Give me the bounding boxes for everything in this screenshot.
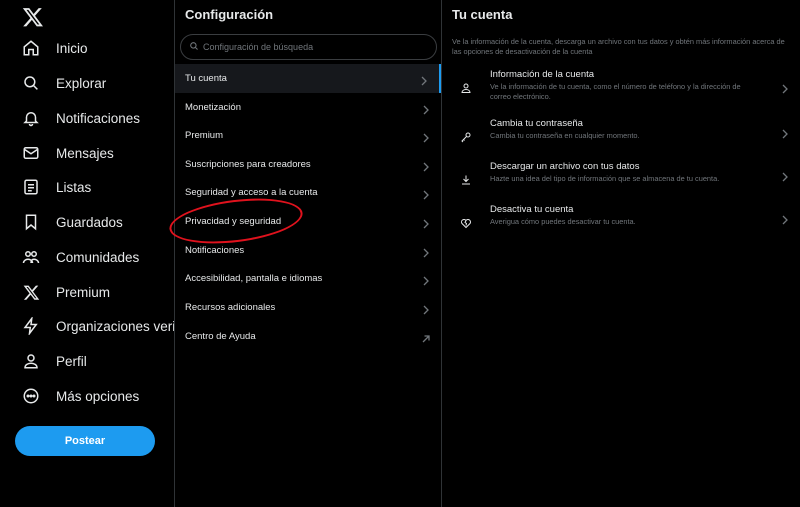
account-option-title: Cambia tu contraseña [490, 118, 583, 129]
nav-item-guardados[interactable]: Guardados [14, 207, 174, 237]
account-option-desc: Cambia tu contraseña en cualquier moment… [490, 131, 640, 140]
settings-item-label: Seguridad y acceso a la cuenta [185, 187, 318, 198]
nav-item-organizaciones[interactable]: Organizaciones verificadas [14, 311, 174, 341]
nav-item-mas-opciones[interactable]: Más opciones [14, 381, 174, 411]
settings-item-privacidad[interactable]: Privacidad y seguridad [175, 207, 441, 236]
nav-label: Premium [56, 284, 111, 300]
bell-icon [21, 108, 41, 128]
nav-item-comunidades[interactable]: Comunidades [14, 242, 174, 272]
settings-title: Configuración [185, 7, 274, 22]
account-option-desc: Averigua cómo puedes desactivar tu cuent… [490, 217, 636, 226]
chevron-right-icon [780, 81, 790, 94]
home-icon [21, 38, 41, 58]
chevron-right-icon [780, 169, 790, 182]
list-icon [21, 177, 41, 197]
settings-item-label: Centro de Ayuda [185, 331, 256, 342]
left-nav: Inicio Explorar Notificaciones Mensajes … [0, 0, 175, 507]
account-option-title: Información de la cuenta [490, 69, 595, 80]
broken-heart-icon [460, 216, 472, 229]
settings-item-label: Suscripciones para creadores [185, 159, 311, 170]
x-logo-icon[interactable] [22, 6, 44, 28]
chevron-right-icon [421, 187, 431, 200]
nav-item-perfil[interactable]: Perfil [14, 346, 174, 376]
settings-item-tu-cuenta[interactable]: Tu cuenta [175, 64, 441, 93]
account-description: Ve la información de la cuenta, descarga… [452, 37, 785, 56]
external-link-icon [421, 331, 431, 343]
settings-item-accesibilidad[interactable]: Accesibilidad, pantalla e idiomas [175, 264, 441, 293]
user-icon [460, 81, 472, 93]
more-circle-icon [21, 386, 41, 406]
nav-label: Guardados [56, 214, 123, 230]
nav-label: Inicio [56, 40, 88, 56]
nav-label: Comunidades [56, 249, 140, 265]
settings-search-box[interactable] [180, 34, 437, 60]
nav-item-explorar[interactable]: Explorar [14, 68, 174, 98]
people-icon [21, 247, 41, 267]
settings-item-centro-ayuda[interactable]: Centro de Ayuda [175, 322, 441, 351]
settings-item-premium[interactable]: Premium [175, 121, 441, 150]
download-icon [460, 173, 472, 185]
chevron-right-icon [780, 126, 790, 139]
settings-item-suscripciones[interactable]: Suscripciones para creadores [175, 150, 441, 179]
key-icon [460, 130, 472, 143]
bookmark-icon [21, 212, 41, 232]
account-panel: Tu cuenta Ve la información de la cuenta… [443, 0, 800, 507]
settings-item-label: Tu cuenta [185, 73, 227, 84]
account-option-download[interactable]: Descargar un archivo con tus datos Hazte… [443, 161, 800, 203]
nav-item-premium[interactable]: Premium [14, 277, 174, 307]
chevron-right-icon [421, 102, 431, 115]
search-icon [189, 38, 199, 56]
settings-item-seguridad-acceso[interactable]: Seguridad y acceso a la cuenta [175, 178, 441, 207]
account-option-desc: Hazte una idea del tipo de información q… [490, 174, 720, 183]
account-option-title: Desactiva tu cuenta [490, 204, 574, 215]
chevron-right-icon [421, 216, 431, 229]
chevron-right-icon [421, 273, 431, 286]
account-option-password[interactable]: Cambia tu contraseña Cambia tu contraseñ… [443, 118, 800, 160]
account-option-deactivate[interactable]: Desactiva tu cuenta Averigua cómo puedes… [443, 204, 800, 246]
settings-item-label: Recursos adicionales [185, 302, 276, 313]
x-logo-icon [21, 282, 41, 302]
settings-item-monetizacion[interactable]: Monetización [175, 93, 441, 122]
settings-item-label: Accesibilidad, pantalla e idiomas [185, 273, 323, 284]
settings-item-label: Premium [185, 130, 224, 141]
settings-item-recursos[interactable]: Recursos adicionales [175, 293, 441, 322]
nav-item-listas[interactable]: Listas [14, 172, 174, 202]
nav-label: Notificaciones [56, 110, 141, 126]
chevron-right-icon [421, 130, 431, 143]
nav-item-mensajes[interactable]: Mensajes [14, 138, 174, 168]
account-option-title: Descargar un archivo con tus datos [490, 161, 640, 172]
nav-label: Listas [56, 179, 92, 195]
post-button[interactable]: Postear [15, 426, 155, 456]
chevron-right-icon [421, 245, 431, 258]
nav-item-inicio[interactable]: Inicio [14, 33, 174, 63]
search-icon [21, 73, 41, 93]
settings-item-label: Monetización [185, 102, 241, 113]
account-option-info[interactable]: Información de la cuenta Ve la informaci… [443, 69, 800, 111]
settings-panel: Configuración Tu cuenta Monetización Pre… [166, 0, 442, 507]
nav-label: Más opciones [56, 388, 140, 404]
settings-item-notificaciones[interactable]: Notificaciones [175, 236, 441, 265]
nav-label: Organizaciones verificadas [56, 318, 174, 334]
chevron-right-icon [780, 212, 790, 225]
account-title: Tu cuenta [452, 7, 513, 22]
envelope-icon [21, 143, 41, 163]
nav-label: Perfil [56, 353, 87, 369]
chevron-right-icon [421, 302, 431, 315]
settings-search-input[interactable] [203, 42, 423, 52]
account-option-desc: Ve la información de tu cuenta, como el … [490, 82, 741, 101]
lightning-icon [21, 316, 41, 336]
nav-item-notificaciones[interactable]: Notificaciones [14, 103, 174, 133]
chevron-right-icon [419, 73, 429, 86]
nav-label: Explorar [56, 75, 107, 91]
settings-item-label: Notificaciones [185, 245, 245, 256]
settings-item-label: Privacidad y seguridad [185, 216, 282, 227]
chevron-right-icon [421, 159, 431, 172]
nav-label: Mensajes [56, 145, 114, 161]
user-icon [21, 351, 41, 371]
